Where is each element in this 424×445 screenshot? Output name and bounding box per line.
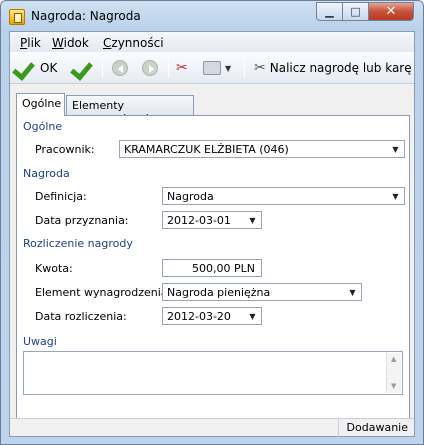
toolbar-separator <box>102 58 103 78</box>
chevron-down-icon[interactable]: ▼ <box>388 189 403 203</box>
scroll-down-icon[interactable]: ▼ <box>391 382 396 390</box>
next-button[interactable] <box>142 56 158 80</box>
notes-textarea[interactable]: ▲ ▼ <box>23 351 403 395</box>
window-title: Nagroda: Nagroda <box>31 9 141 23</box>
chevron-down-icon[interactable]: ▼ <box>345 285 360 299</box>
chevron-down-icon[interactable]: ▼ <box>245 213 260 227</box>
chevron-down-icon: ▼ <box>225 63 232 73</box>
definition-value: Nagroda <box>167 190 214 203</box>
definition-label: Definicja: <box>35 190 87 203</box>
settle-date-value: 2012-03-20 <box>167 310 231 323</box>
check-save-icon <box>72 58 94 78</box>
printer-icon <box>203 61 221 75</box>
scroll-up-icon[interactable]: ▲ <box>391 355 396 363</box>
divider <box>57 342 403 343</box>
grant-date-picker[interactable]: 2012-03-01 ▼ <box>162 211 262 229</box>
settle-date-picker[interactable]: 2012-03-20 ▼ <box>162 307 262 325</box>
grant-date-label: Data przyznania: <box>35 214 129 227</box>
menu-widok-label: Widok <box>52 36 89 50</box>
amount-input[interactable]: 500,00 PLN <box>162 259 262 277</box>
chevron-down-icon[interactable]: ▼ <box>388 142 403 156</box>
amount-value: 500,00 PLN <box>192 262 255 275</box>
divider <box>61 127 403 128</box>
app-icon <box>9 9 25 25</box>
definition-select[interactable]: Nagroda ▼ <box>162 187 405 205</box>
check-icon <box>14 58 36 78</box>
pay-element-select[interactable]: Nagroda pieniężna ▼ <box>162 283 362 301</box>
print-button[interactable]: ▼ <box>203 56 231 80</box>
toolbar-separator <box>244 58 245 78</box>
client-area: Plik Widok Czynności OK ✂ ▼ ✂ Nalicz nag… <box>9 31 415 437</box>
settle-date-label: Data rozliczenia: <box>35 310 127 323</box>
tab-general[interactable]: Ogólne <box>16 93 65 116</box>
section-notes: Uwagi <box>23 335 57 348</box>
compute-award-label: Nalicz nagrodę lub karę <box>269 61 412 75</box>
divider <box>73 174 403 175</box>
menu-czynnosci[interactable]: Czynności <box>103 36 164 50</box>
minimize-icon: ▁ <box>325 5 334 18</box>
status-mode: Dodawanie <box>337 419 414 437</box>
arrow-left-icon <box>112 60 128 76</box>
previous-button[interactable] <box>112 56 128 80</box>
section-settlement: Rozliczenie nagrody <box>23 237 133 250</box>
menu-plik[interactable]: Plik <box>20 36 41 50</box>
tools-icon: ✂ <box>176 60 188 76</box>
compute-award-button[interactable]: ✂ Nalicz nagrodę lub karę <box>254 56 412 80</box>
employee-value: KRAMARCZUK ELŻBIETA (046) <box>124 143 289 156</box>
ok-button[interactable]: OK <box>14 56 57 80</box>
wrench-icon: ✂ <box>254 60 266 76</box>
menu-bar: Plik Widok Czynności <box>10 32 414 52</box>
tools-button[interactable]: ✂ <box>176 56 188 80</box>
employee-label: Pracownik: <box>35 143 95 156</box>
menu-czynnosci-label: Czynności <box>103 36 164 50</box>
status-bar: Dodawanie <box>10 418 414 437</box>
title-bar[interactable]: Nagroda: Nagroda ▁ □ ✕ <box>1 1 423 31</box>
tab-panel: Ogólne Pracownik: KRAMARCZUK ELŻBIETA (0… <box>16 115 410 431</box>
section-award: Nagroda <box>23 167 70 180</box>
toolbar: OK ✂ ▼ ✂ Nalicz nagrodę lub karę <box>10 52 414 84</box>
tab-pay-elements[interactable]: Elementy wynagrodzenia <box>66 95 194 125</box>
divider <box>147 244 403 245</box>
grant-date-value: 2012-03-01 <box>167 214 231 227</box>
pay-element-label: Element wynagrodzenia: <box>35 286 172 299</box>
minimize-button[interactable]: ▁ <box>316 2 343 21</box>
toolbar-separator <box>168 58 169 78</box>
menu-plik-label: Plik <box>20 36 41 50</box>
close-icon: ✕ <box>385 4 397 19</box>
maximize-icon: □ <box>350 5 361 18</box>
arrow-right-icon <box>142 60 158 76</box>
close-button[interactable]: ✕ <box>368 2 414 21</box>
menu-widok[interactable]: Widok <box>52 36 89 50</box>
pay-element-value: Nagroda pieniężna <box>167 286 271 299</box>
save-next-button[interactable] <box>72 56 94 80</box>
amount-label: Kwota: <box>35 262 73 275</box>
chevron-down-icon[interactable]: ▼ <box>245 309 260 323</box>
employee-select[interactable]: KRAMARCZUK ELŻBIETA (046) ▼ <box>119 140 405 158</box>
window: Nagroda: Nagroda ▁ □ ✕ Plik Widok Czynno… <box>0 0 424 445</box>
maximize-button[interactable]: □ <box>342 2 369 21</box>
tab-general-label: Ogólne <box>22 97 62 110</box>
notes-scrollbar[interactable]: ▲ ▼ <box>386 353 401 393</box>
section-general: Ogólne <box>23 120 63 133</box>
ok-label: OK <box>40 61 58 75</box>
